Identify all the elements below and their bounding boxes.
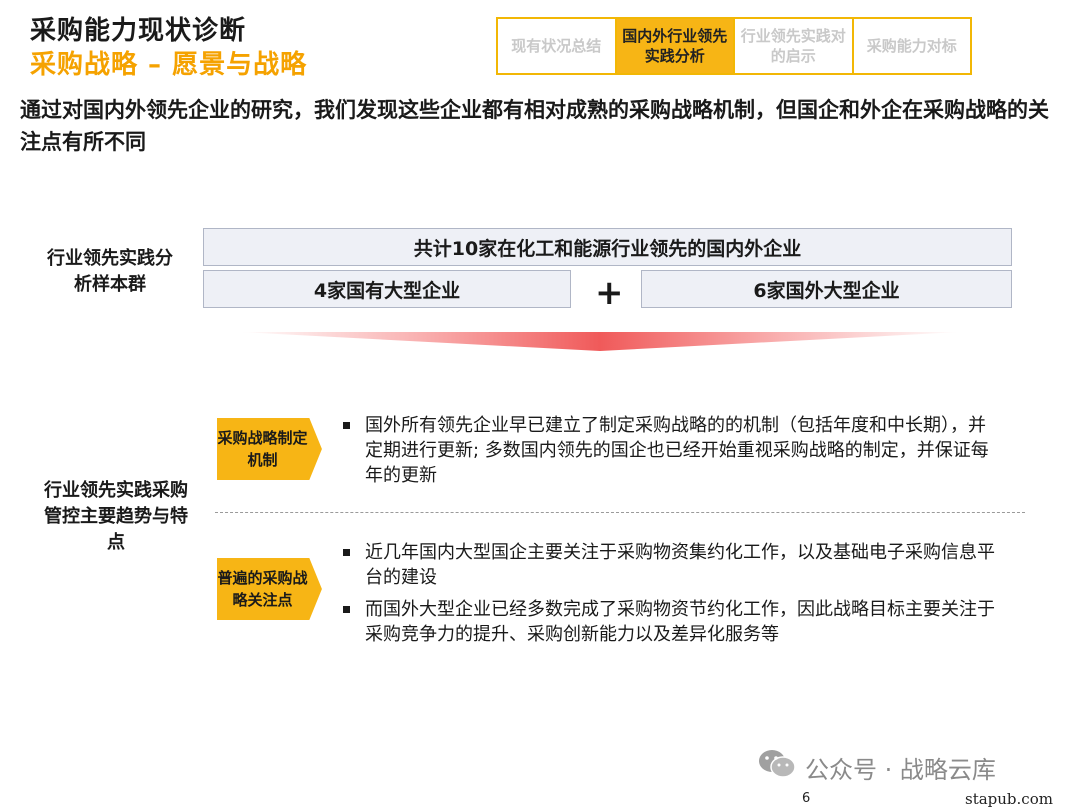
page-subtitle: 采购战略 – 愿景与战略 xyxy=(30,50,308,80)
tab-capability-benchmark[interactable]: 采购能力对标 xyxy=(854,19,971,73)
tab-best-practice-analysis[interactable]: 国内外行业领先实践分析 xyxy=(616,19,735,73)
site-link[interactable]: stapub.com xyxy=(965,790,1053,808)
list-item: 国外所有领先企业早已建立了制定采购战略的的机制（包括年度和中长期），并定期进行更… xyxy=(343,413,1003,488)
sample-total-box: 共计10家在化工和能源行业领先的国内外企业 xyxy=(203,228,1012,266)
down-arrow-band xyxy=(240,330,960,356)
tag-strategy-mechanism-label: 采购战略制定机制 xyxy=(217,429,308,469)
tag-strategy-mechanism: 采购战略制定机制 xyxy=(215,416,325,482)
plus-sign: + xyxy=(595,273,624,313)
sample-group-label: 行业领先实践分析样本群 xyxy=(47,248,173,295)
list-item: 而国外大型企业已经多数完成了采购物资节约化工作，因此战略目标主要关注于采购竞争力… xyxy=(343,597,1003,647)
wechat-icon xyxy=(757,748,797,786)
list-item: 近几年国内大型国企主要关注于采购物资集约化工作，以及基础电子采购信息平台的建设 xyxy=(343,540,1003,590)
tab-current-status[interactable]: 现有状况总结 xyxy=(498,19,617,73)
watermark: 公众号 · 战略云库 xyxy=(757,748,996,786)
bullet-square-icon xyxy=(343,549,350,556)
tag-strategy-focus-label: 普遍的采购战略关注点 xyxy=(217,569,308,609)
watermark-text: 公众号 · 战略云库 xyxy=(805,755,996,784)
section-divider xyxy=(215,512,1025,513)
bullet-list-mechanism: 国外所有领先企业早已建立了制定采购战略的的机制（包括年度和中长期），并定期进行更… xyxy=(343,413,1003,495)
bullet-square-icon xyxy=(343,422,350,429)
page-number: 6 xyxy=(802,791,811,806)
bullet-list-focus: 近几年国内大型国企主要关注于采购物资集约化工作，以及基础电子采购信息平台的建设 … xyxy=(343,540,1003,654)
page-title: 采购能力现状诊断 xyxy=(30,16,247,46)
section-nav: 现有状况总结 国内外行业领先实践分析 行业领先实践对的启示 采购能力对标 xyxy=(496,17,972,75)
foreign-enterprises-box: 6家国外大型企业 xyxy=(641,270,1012,308)
headline: 通过对国内外领先企业的研究，我们发现这些企业都有相对成熟的采购战略机制，但国企和… xyxy=(20,98,1049,154)
tag-strategy-focus: 普遍的采购战略关注点 xyxy=(215,556,325,622)
trends-label: 行业领先实践采购管控主要趋势与特点 xyxy=(44,480,188,553)
bullet-square-icon xyxy=(343,606,350,613)
domestic-enterprises-box: 4家国有大型企业 xyxy=(203,270,571,308)
tab-best-practice-insights[interactable]: 行业领先实践对的启示 xyxy=(735,19,854,73)
